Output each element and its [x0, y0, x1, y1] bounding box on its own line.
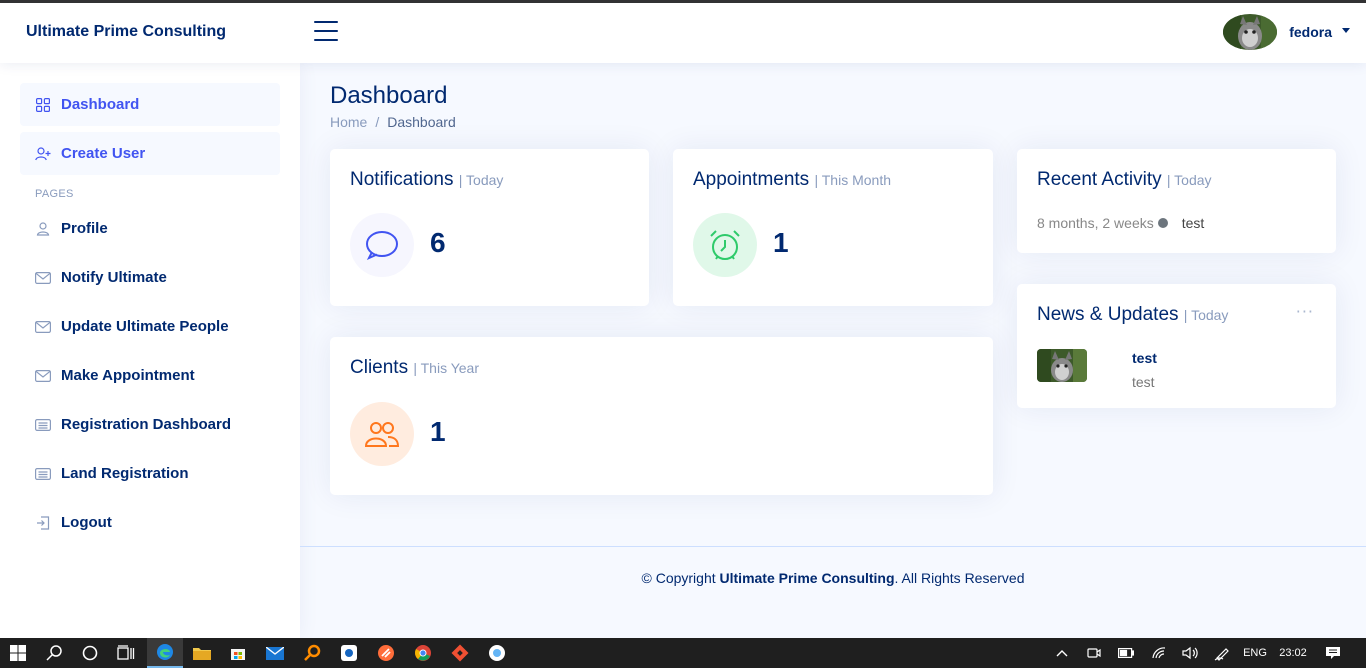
sidebar-item-label: Create User	[61, 145, 146, 162]
profile-name: fedora	[1289, 24, 1332, 40]
sidebar-item-registration-dashboard[interactable]: Registration Dashboard	[20, 403, 280, 446]
person-icon	[35, 221, 51, 237]
footer-divider	[300, 546, 1366, 547]
app-icon[interactable]	[479, 638, 515, 668]
activity-item: 8 months, 2 weeks test	[1037, 215, 1204, 231]
sidebar-item-label: Dashboard	[61, 96, 140, 113]
sidebar-item-logout[interactable]: Logout	[20, 501, 280, 544]
breadcrumb-current: Dashboard	[387, 114, 456, 130]
windows-start-icon[interactable]	[0, 638, 36, 668]
notifications-card: Notifications | Today 6	[330, 149, 649, 306]
sidebar-item-dashboard[interactable]: Dashboard	[20, 83, 280, 126]
volume-icon[interactable]	[1179, 638, 1201, 668]
envelope-icon	[35, 368, 51, 384]
activity-time: 8 months, 2 weeks	[1037, 215, 1154, 231]
chat-icon	[350, 213, 414, 277]
sidebar-item-label: Land Registration	[61, 465, 189, 482]
sidebar-item-create-user[interactable]: Create User	[20, 132, 280, 175]
clock[interactable]: 23:02	[1275, 638, 1311, 668]
envelope-icon	[35, 270, 51, 286]
task-view-icon[interactable]	[108, 638, 144, 668]
battery-icon[interactable]	[1115, 638, 1137, 668]
avatar	[1223, 14, 1278, 50]
appointments-count: 1	[773, 227, 789, 258]
card-title: Appointments | This Month	[693, 169, 891, 190]
store-icon[interactable]	[220, 638, 256, 668]
nav-heading-pages: PAGES	[35, 188, 74, 200]
file-explorer-icon[interactable]	[184, 638, 220, 668]
caret-down-icon	[1342, 27, 1350, 33]
news-item-title[interactable]: test	[1132, 350, 1157, 366]
search-icon[interactable]	[36, 638, 72, 668]
sidebar-item-label: Registration Dashboard	[61, 416, 232, 433]
more-options-icon[interactable]: ···	[1296, 302, 1314, 321]
card-list-icon	[35, 466, 51, 482]
sidebar-item-label: Make Appointment	[61, 367, 195, 384]
alarm-icon	[693, 213, 757, 277]
sidebar-item-land-registration[interactable]: Land Registration	[20, 452, 280, 495]
edge-browser-icon[interactable]	[147, 638, 183, 668]
person-plus-icon	[35, 146, 51, 162]
breadcrumb: Home / Dashboard	[330, 114, 456, 130]
footer: © Copyright Ultimate Prime Consulting. A…	[641, 570, 1025, 586]
chrome-icon[interactable]	[405, 638, 441, 668]
chevron-up-icon[interactable]	[1052, 638, 1072, 668]
clients-card: Clients | This Year 1	[330, 337, 993, 495]
activity-dot-icon	[1157, 218, 1168, 228]
sidebar-item-profile[interactable]: Profile	[20, 207, 280, 250]
grid-icon	[35, 97, 51, 113]
sidebar-item-label: Update Ultimate People	[61, 318, 229, 335]
card-title: Clients | This Year	[350, 357, 480, 378]
recent-activity-card: Recent Activity | Today 8 months, 2 week…	[1017, 149, 1336, 253]
pen-icon[interactable]	[1211, 638, 1233, 668]
news-item-text: test	[1132, 374, 1155, 390]
people-icon	[350, 402, 414, 466]
clients-count: 1	[430, 416, 446, 447]
activity-text: test	[1181, 215, 1205, 231]
git-icon[interactable]	[442, 638, 478, 668]
sidebar-item-notify-ultimate[interactable]: Notify Ultimate	[20, 256, 280, 299]
mail-icon[interactable]	[257, 638, 293, 668]
box-arrow-in-left-icon	[35, 515, 51, 531]
notification-center-icon[interactable]	[1322, 638, 1344, 668]
breadcrumb-home[interactable]: Home	[330, 114, 367, 130]
news-card: News & Updates | Today ··· test test	[1017, 284, 1336, 408]
card-title: News & Updates | Today	[1037, 304, 1229, 325]
windows-taskbar: ENG 23:02	[0, 638, 1366, 668]
card-list-icon	[35, 417, 51, 433]
sidebar-item-label: Profile	[61, 220, 108, 237]
sidebar-item-update-ultimate-people[interactable]: Update Ultimate People	[20, 305, 280, 348]
footer-company: Ultimate Prime Consulting	[719, 570, 895, 586]
cortana-icon[interactable]	[72, 638, 108, 668]
header: Ultimate Prime Consulting fedora	[0, 3, 1366, 63]
language-indicator[interactable]: ENG	[1240, 638, 1270, 668]
card-title: Recent Activity | Today	[1037, 169, 1212, 190]
card-title: Notifications | Today	[350, 169, 504, 190]
sidebar-item-label: Logout	[61, 514, 112, 531]
search-app-icon[interactable]	[294, 638, 330, 668]
brand-logo[interactable]: Ultimate Prime Consulting	[26, 23, 226, 41]
news-thumbnail	[1037, 349, 1087, 382]
sidebar-item-label: Notify Ultimate	[61, 269, 167, 286]
wifi-icon[interactable]	[1149, 638, 1169, 668]
sidebar: Dashboard Create User PAGES Profile Noti…	[0, 63, 300, 638]
sidebar-item-make-appointment[interactable]: Make Appointment	[20, 354, 280, 397]
app-icon[interactable]	[331, 638, 367, 668]
appointments-card: Appointments | This Month 1	[673, 149, 993, 306]
envelope-icon	[35, 319, 51, 335]
app-icon[interactable]	[368, 638, 404, 668]
notifications-count: 6	[430, 227, 446, 258]
profile-dropdown[interactable]: fedora	[1223, 14, 1350, 50]
menu-toggle-icon[interactable]	[314, 21, 338, 43]
page-title: Dashboard	[330, 82, 448, 109]
meet-now-icon[interactable]	[1084, 638, 1104, 668]
